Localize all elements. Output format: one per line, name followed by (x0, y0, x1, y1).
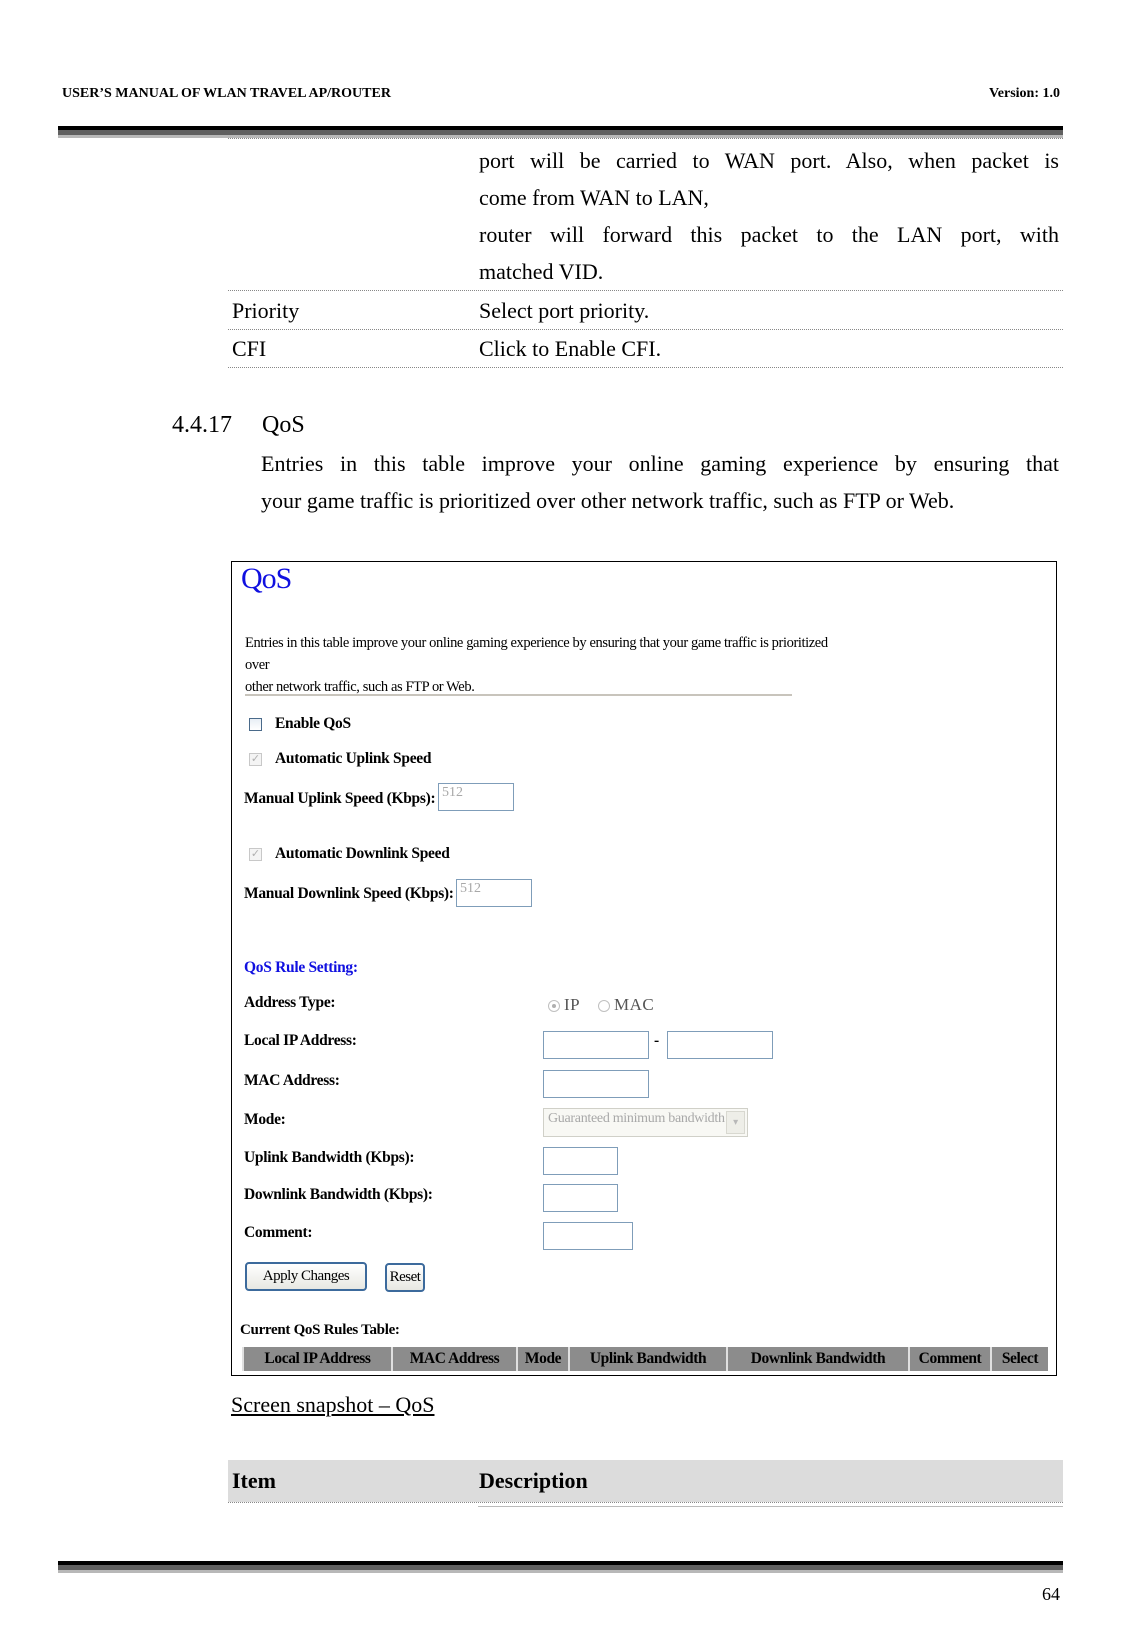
check-icon: ✓ (250, 753, 261, 765)
mode-label: Mode: (244, 1111, 286, 1128)
version-label: Version: 1.0 (988, 86, 1060, 101)
qos-rule-heading: QoS Rule Setting: (244, 959, 358, 976)
local-ip-to-input[interactable] (667, 1031, 773, 1059)
text-line: router will forward this packet to the L… (479, 222, 1059, 247)
downlink-bandwidth-input[interactable] (543, 1184, 618, 1212)
section-number: 4.4.17 (172, 412, 232, 438)
mode-select[interactable]: Guaranteed minimum bandwidth ▾ (543, 1108, 748, 1137)
manual-uplink-input[interactable]: 512 (438, 783, 514, 811)
row-divider (478, 1506, 1063, 1507)
header-rule (58, 126, 1063, 138)
address-type-ip-radio[interactable] (548, 1000, 560, 1012)
section-paragraph: Entries in this table improve your onlin… (261, 445, 1059, 519)
auto-uplink-checkbox[interactable]: ✓ (249, 753, 262, 766)
text-line: port will be carried to WAN port. Also, … (479, 148, 1059, 173)
uplink-bandwidth-input[interactable] (543, 1147, 618, 1175)
enable-qos-checkbox[interactable] (249, 718, 262, 731)
row-divider (228, 1502, 1063, 1503)
chevron-down-icon[interactable]: ▾ (726, 1111, 745, 1134)
manual-downlink-input[interactable]: 512 (456, 879, 532, 907)
text-line: Entries in this table improve your onlin… (261, 451, 1059, 476)
address-type-label: Address Type: (244, 994, 336, 1011)
page-number: 64 (1042, 1584, 1060, 1604)
local-ip-from-input[interactable] (543, 1031, 649, 1059)
column-header-mac: MAC Address (391, 1347, 516, 1371)
local-ip-label: Local IP Address: (244, 1032, 357, 1049)
comment-label: Comment: (244, 1224, 313, 1241)
qos-page-title: QoS (241, 562, 292, 595)
column-header-item: Item (232, 1468, 276, 1493)
table-cell-description: Select port priority. (479, 298, 650, 323)
auto-downlink-checkbox[interactable]: ✓ (249, 848, 262, 861)
column-header-select: Select (990, 1347, 1048, 1371)
rules-table-header: Local IP Address MAC Address Mode Uplink… (242, 1347, 1048, 1371)
row-divider (228, 367, 1063, 368)
qos-screenshot: QoS Entries in this table improve your o… (231, 561, 1057, 1376)
column-header-uplink: Uplink Bandwidth (568, 1347, 726, 1371)
text-line: matched VID. (479, 259, 604, 284)
downlink-bandwidth-label: Downlink Bandwidth (Kbps): (244, 1186, 433, 1203)
comment-input[interactable] (543, 1222, 633, 1250)
apply-changes-button[interactable]: Apply Changes (245, 1262, 367, 1291)
column-header-local-ip: Local IP Address (242, 1347, 391, 1371)
rules-table-title: Current QoS Rules Table: (240, 1322, 400, 1338)
qos-intro: Entries in this table improve your onlin… (245, 632, 845, 698)
check-icon: ✓ (250, 848, 261, 860)
text-line: come from WAN to LAN, (479, 185, 709, 210)
column-header-description: Description (479, 1468, 588, 1493)
figure-caption: Screen snapshot – QoS (231, 1392, 435, 1417)
manual-downlink-label: Manual Downlink Speed (Kbps): (244, 885, 454, 902)
address-type-mac-label: MAC (614, 995, 655, 1014)
divider (245, 694, 792, 696)
mac-address-label: MAC Address: (244, 1072, 340, 1089)
column-header-comment: Comment (908, 1347, 990, 1371)
auto-uplink-label: Automatic Uplink Speed (275, 750, 432, 767)
text-line: Entries in this table improve your onlin… (245, 635, 828, 673)
table-cell-item: Priority (232, 298, 300, 323)
manual-title: USER’S MANUAL OF WLAN TRAVEL AP/ROUTER (62, 86, 391, 101)
prev-table-continued-text: port will be carried to WAN port. Also, … (479, 142, 1059, 290)
table-rule (228, 138, 1063, 139)
section-title: QoS (262, 412, 305, 438)
auto-downlink-label: Automatic Downlink Speed (275, 845, 450, 862)
enable-qos-label: Enable QoS (275, 715, 351, 732)
row-divider (228, 290, 1063, 291)
local-ip-separator: - (654, 1032, 659, 1049)
table-cell-item: CFI (232, 336, 267, 361)
footer-rule (58, 1561, 1063, 1573)
reset-button[interactable]: Reset (385, 1263, 425, 1292)
column-header-mode: Mode (516, 1347, 568, 1371)
manual-uplink-label: Manual Uplink Speed (Kbps): (244, 790, 436, 807)
address-type-mac-radio[interactable] (598, 1000, 610, 1012)
uplink-bandwidth-label: Uplink Bandwidth (Kbps): (244, 1149, 415, 1166)
row-divider (228, 329, 1063, 330)
column-header-downlink: Downlink Bandwidth (726, 1347, 908, 1371)
mac-address-input[interactable] (543, 1070, 649, 1098)
table-cell-description: Click to Enable CFI. (479, 336, 662, 361)
description-table-header (228, 1460, 1063, 1502)
mode-selected-value: Guaranteed minimum bandwidth (548, 1111, 725, 1126)
address-type-ip-label: IP (564, 995, 581, 1014)
text-line: your game traffic is prioritized over ot… (261, 488, 955, 513)
